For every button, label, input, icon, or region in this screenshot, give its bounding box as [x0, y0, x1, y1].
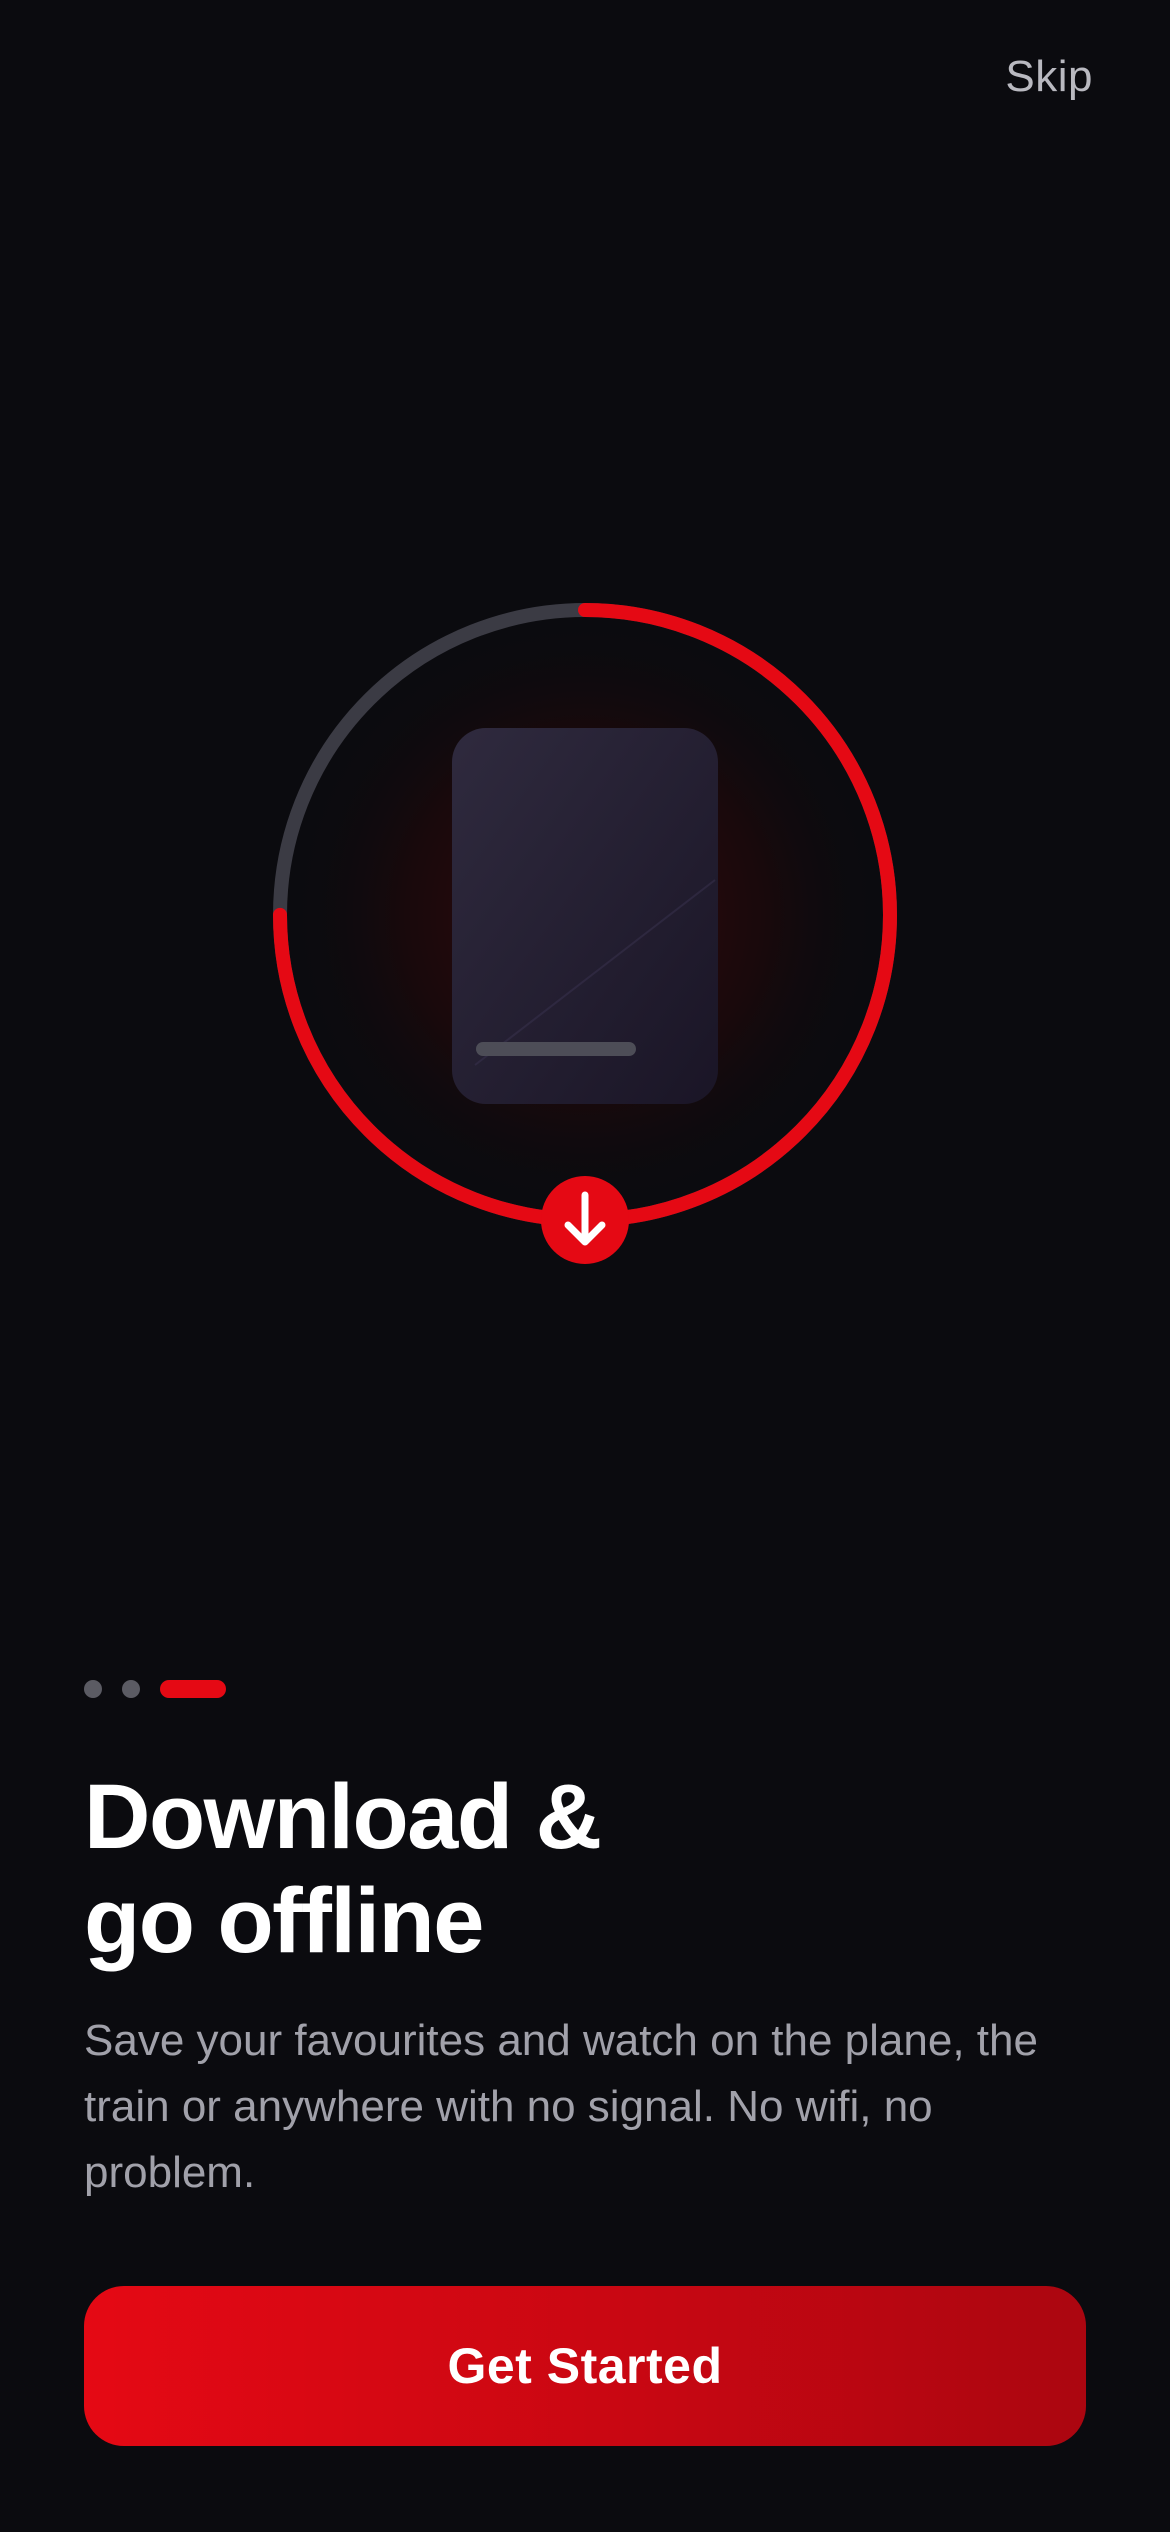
pagination-dots	[84, 1679, 226, 1699]
pagination-dot-active[interactable]	[160, 1680, 226, 1698]
download-arrow-icon	[541, 1176, 629, 1264]
phone-icon	[452, 728, 718, 1104]
pagination-dot[interactable]	[122, 1680, 140, 1698]
pagination-dot[interactable]	[84, 1680, 102, 1698]
onboarding-screen: Skip Download & go offline Save your fav…	[0, 0, 1170, 2532]
description-text: Save your favourites and watch on the pl…	[84, 2016, 1038, 2197]
skip-button[interactable]: Skip	[1005, 52, 1093, 102]
title-line-1: Download &	[84, 1766, 602, 1868]
download-progress-ring	[273, 603, 897, 1264]
page-title: Download & go offline	[84, 1765, 1044, 1973]
hero-illustration	[265, 595, 905, 1275]
title-line-2: go offline	[84, 1870, 484, 1972]
get-started-button[interactable]: Get Started	[84, 2286, 1086, 2446]
